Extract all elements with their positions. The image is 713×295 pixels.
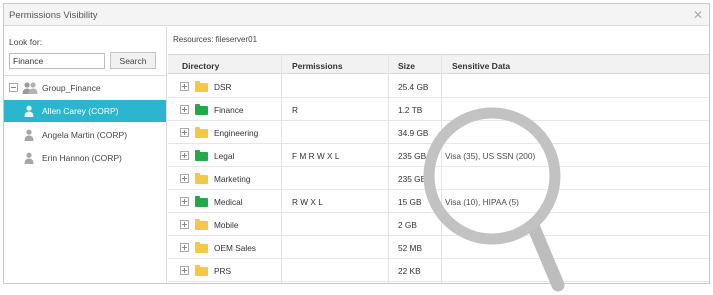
folder-icon bbox=[195, 265, 208, 276]
cell-directory: OEM Sales bbox=[214, 243, 256, 253]
tree-group-label: Group_Finance bbox=[42, 83, 101, 93]
cell-permissions: R W X L bbox=[292, 197, 323, 207]
expand-icon[interactable] bbox=[180, 197, 189, 206]
tree-item-erin-hannon[interactable]: Erin Hannon (CORP) bbox=[4, 147, 166, 169]
title-bar: Permissions Visibility ✕ bbox=[4, 4, 709, 26]
column-header-directory[interactable]: Directory bbox=[182, 61, 219, 71]
expand-icon[interactable] bbox=[180, 243, 189, 252]
table-row[interactable]: Medical R W X L 15 GB Visa (10), HIPAA (5) bbox=[168, 190, 709, 213]
column-header-sensitive-data[interactable]: Sensitive Data bbox=[452, 61, 510, 71]
divider bbox=[4, 75, 166, 76]
expand-icon[interactable] bbox=[180, 151, 189, 160]
right-panel: Resources: fileserver01 Directory Permis… bbox=[168, 27, 709, 283]
cell-directory: DSR bbox=[214, 82, 232, 92]
cell-size: 52 MB bbox=[398, 243, 422, 253]
cell-directory: Legal bbox=[214, 151, 235, 161]
expand-icon[interactable] bbox=[180, 105, 189, 114]
window-title: Permissions Visibility bbox=[9, 10, 98, 21]
cell-size: 15 GB bbox=[398, 197, 422, 207]
table-row[interactable]: OEM Sales 52 MB bbox=[168, 236, 709, 259]
cell-size: 22 KB bbox=[398, 266, 421, 276]
cell-directory: Marketing bbox=[214, 174, 251, 184]
tree-item-label: Erin Hannon (CORP) bbox=[42, 153, 122, 163]
folder-icon bbox=[195, 127, 208, 138]
cell-sensitive-data: Visa (35), US SSN (200) bbox=[445, 151, 536, 161]
cell-size: 235 GB bbox=[398, 174, 427, 184]
look-for-label: Look for: bbox=[9, 37, 43, 47]
table-row[interactable]: Engineering 34.9 GB bbox=[168, 121, 709, 144]
folder-icon bbox=[195, 173, 208, 184]
cell-sensitive-data: Visa (10), HIPAA (5) bbox=[445, 197, 519, 207]
table-header: Directory Permissions Size Sensitive Dat… bbox=[168, 54, 709, 74]
tree-item-allen-carey[interactable]: Allen Carey (CORP) bbox=[4, 100, 166, 122]
cell-permissions: F M R W X L bbox=[292, 151, 340, 161]
search-button[interactable]: Search bbox=[110, 52, 156, 69]
folder-icon bbox=[195, 242, 208, 253]
cell-directory: Finance bbox=[214, 105, 244, 115]
cell-directory: Medical bbox=[214, 197, 243, 207]
column-header-size[interactable]: Size bbox=[398, 61, 415, 71]
cell-directory: Engineering bbox=[214, 128, 259, 138]
tree-item-label: Allen Carey (CORP) bbox=[42, 106, 119, 116]
collapse-icon[interactable] bbox=[9, 83, 18, 92]
group-icon bbox=[22, 82, 38, 94]
cell-size: 2 GB bbox=[398, 220, 417, 230]
close-icon[interactable]: ✕ bbox=[693, 8, 703, 22]
folder-icon bbox=[195, 104, 208, 115]
table-row[interactable]: DSR 25.4 GB bbox=[168, 75, 709, 98]
cell-size: 235 GB bbox=[398, 151, 427, 161]
folder-icon bbox=[195, 150, 208, 161]
tree-group-finance[interactable]: Group_Finance bbox=[4, 77, 166, 99]
cell-size: 1.2 TB bbox=[398, 105, 423, 115]
tree-item-label: Angela Martin (CORP) bbox=[42, 130, 128, 140]
resources-label: Resources: fileserver01 bbox=[173, 35, 258, 44]
expand-icon[interactable] bbox=[180, 266, 189, 275]
table-row[interactable]: PRS 22 KB bbox=[168, 259, 709, 282]
table-row[interactable]: Marketing 235 GB bbox=[168, 167, 709, 190]
cell-size: 25.4 GB bbox=[398, 82, 429, 92]
folder-icon bbox=[195, 196, 208, 207]
folder-icon bbox=[195, 81, 208, 92]
expand-icon[interactable] bbox=[180, 128, 189, 137]
folder-icon bbox=[195, 219, 208, 230]
table-row[interactable]: Legal F M R W X L 235 GB Visa (35), US SSN … bbox=[168, 144, 709, 167]
expand-icon[interactable] bbox=[180, 82, 189, 91]
left-panel: Look for: Search Group_Finance Allen Car… bbox=[4, 27, 167, 283]
cell-permissions: R bbox=[292, 105, 298, 115]
cell-size: 34.9 GB bbox=[398, 128, 429, 138]
tree-item-angela-martin[interactable]: Angela Martin (CORP) bbox=[4, 124, 166, 146]
expand-icon[interactable] bbox=[180, 220, 189, 229]
cell-directory: Mobile bbox=[214, 220, 239, 230]
expand-icon[interactable] bbox=[180, 174, 189, 183]
table-row[interactable]: Finance R 1.2 TB bbox=[168, 98, 709, 121]
user-icon bbox=[24, 105, 34, 117]
column-header-permissions[interactable]: Permissions bbox=[292, 61, 343, 71]
permissions-visibility-window: Permissions Visibility ✕ Look for: Searc… bbox=[3, 3, 710, 284]
user-icon bbox=[24, 129, 34, 141]
search-input[interactable] bbox=[9, 53, 105, 69]
user-icon bbox=[24, 152, 34, 164]
table-row[interactable]: Mobile 2 GB bbox=[168, 213, 709, 236]
cell-directory: PRS bbox=[214, 266, 232, 276]
